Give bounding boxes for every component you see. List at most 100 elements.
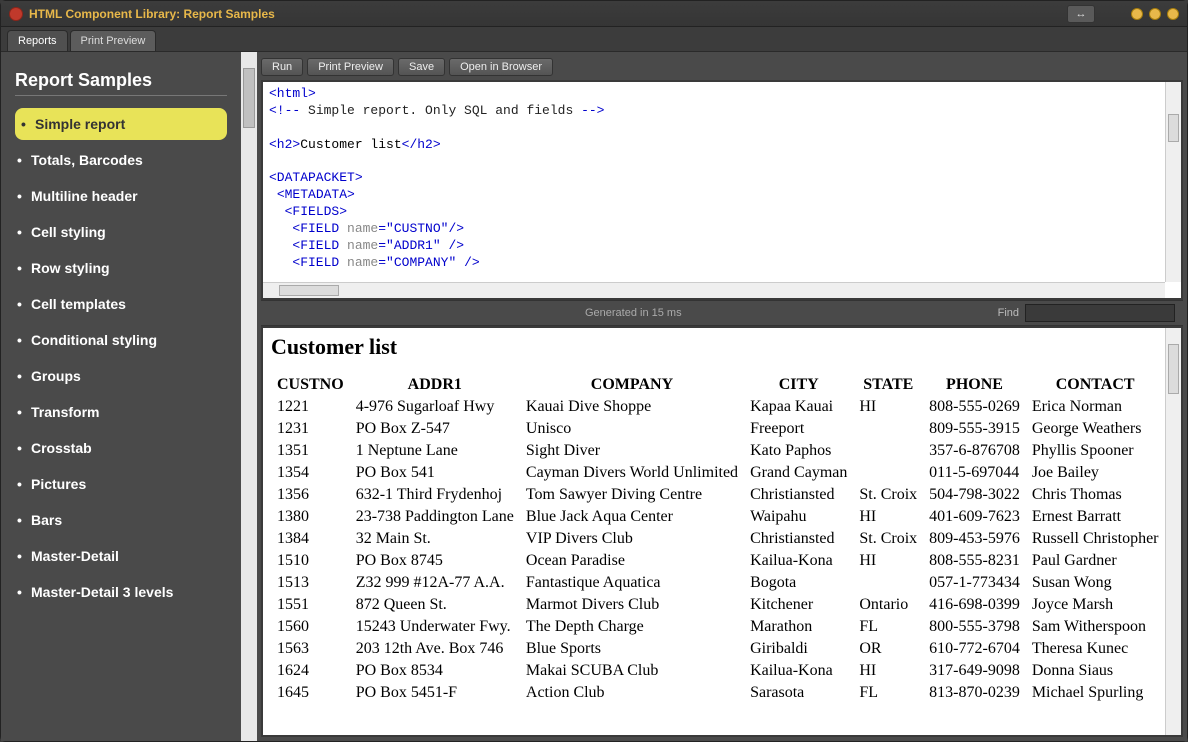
report-vscroll-thumb[interactable]: [1168, 344, 1179, 394]
report-vertical-scrollbar[interactable]: [1165, 328, 1181, 735]
open-in-browser-button[interactable]: Open in Browser: [449, 58, 553, 76]
code-horizontal-scrollbar[interactable]: [263, 282, 1165, 298]
window-buttons: ↔: [1067, 5, 1179, 23]
code-vertical-scrollbar[interactable]: [1165, 82, 1181, 282]
sidebar-item[interactable]: Conditional styling: [15, 324, 227, 356]
table-cell: 610-772-6704: [923, 638, 1026, 660]
sidebar-item[interactable]: Multiline header: [15, 180, 227, 212]
find-input[interactable]: [1025, 304, 1175, 322]
close-button[interactable]: [1167, 8, 1179, 20]
sidebar-scrollbar[interactable]: [241, 52, 257, 741]
table-cell: 357-6-876708: [923, 440, 1026, 462]
sidebar-item[interactable]: Bars: [15, 504, 227, 536]
table-cell: Bogota: [744, 572, 853, 594]
table-cell: 15243 Underwater Fwy.: [350, 616, 520, 638]
table-cell: George Weathers: [1026, 418, 1165, 440]
minimize-button[interactable]: [1131, 8, 1143, 20]
table-cell: Blue Sports: [520, 638, 744, 660]
table-cell: Action Club: [520, 682, 744, 704]
sidebar-item[interactable]: Transform: [15, 396, 227, 428]
table-cell: [853, 440, 923, 462]
table-row: 138023-738 Paddington LaneBlue Jack Aqua…: [271, 506, 1165, 528]
table-cell: Cayman Divers World Unlimited: [520, 462, 744, 484]
table-cell: Marmot Divers Club: [520, 594, 744, 616]
table-row: 1624PO Box 8534Makai SCUBA ClubKailua-Ko…: [271, 660, 1165, 682]
main-tabs: Reports Print Preview: [1, 27, 1187, 51]
table-cell: Ernest Barratt: [1026, 506, 1165, 528]
table-cell: 32 Main St.: [350, 528, 520, 550]
table-cell: 1221: [271, 396, 350, 418]
table-cell: Kailua-Kona: [744, 550, 853, 572]
table-cell: 632-1 Third Frydenhoj: [350, 484, 520, 506]
table-cell: PO Box 5451-F: [350, 682, 520, 704]
code-hscroll-thumb[interactable]: [279, 285, 339, 296]
sidebar-item[interactable]: Cell templates: [15, 288, 227, 320]
sidebar-item[interactable]: Crosstab: [15, 432, 227, 464]
table-row: 1563203 12th Ave. Box 746Blue SportsGiri…: [271, 638, 1165, 660]
table-cell: The Depth Charge: [520, 616, 744, 638]
table-cell: Christiansted: [744, 528, 853, 550]
table-cell: Marathon: [744, 616, 853, 638]
table-cell: OR: [853, 638, 923, 660]
sidebar-item[interactable]: Row styling: [15, 252, 227, 284]
sidebar-item[interactable]: Master-Detail 3 levels: [15, 576, 227, 608]
table-cell: 401-609-7623: [923, 506, 1026, 528]
table-cell: Sarasota: [744, 682, 853, 704]
table-cell: Joyce Marsh: [1026, 594, 1165, 616]
table-cell: PO Box Z-547: [350, 418, 520, 440]
table-cell: 1510: [271, 550, 350, 572]
table-cell: 1 Neptune Lane: [350, 440, 520, 462]
code-vscroll-thumb[interactable]: [1168, 114, 1179, 142]
table-row: 1231PO Box Z-547UniscoFreeport809-555-39…: [271, 418, 1165, 440]
table-cell: PO Box 8745: [350, 550, 520, 572]
main-pane: Run Print Preview Save Open in Browser <…: [257, 52, 1187, 741]
sidebar-item[interactable]: Groups: [15, 360, 227, 392]
table-header-cell: CITY: [744, 374, 853, 396]
table-cell: HI: [853, 506, 923, 528]
table-cell: Kailua-Kona: [744, 660, 853, 682]
toolbar: Run Print Preview Save Open in Browser: [261, 56, 1183, 80]
sidebar-item[interactable]: Totals, Barcodes: [15, 144, 227, 176]
table-cell: Giribaldi: [744, 638, 853, 660]
maximize-button[interactable]: [1149, 8, 1161, 20]
sidebar-item[interactable]: Pictures: [15, 468, 227, 500]
table-cell: Theresa Kunec: [1026, 638, 1165, 660]
table-cell: 4-976 Sugarloaf Hwy: [350, 396, 520, 418]
table-header-cell: CUSTNO: [271, 374, 350, 396]
table-cell: Phyllis Spooner: [1026, 440, 1165, 462]
print-preview-button[interactable]: Print Preview: [307, 58, 394, 76]
save-button[interactable]: Save: [398, 58, 445, 76]
table-cell: 1563: [271, 638, 350, 660]
table-cell: HI: [853, 396, 923, 418]
table-header-cell: PHONE: [923, 374, 1026, 396]
table-cell: Chris Thomas: [1026, 484, 1165, 506]
table-cell: 1645: [271, 682, 350, 704]
table-cell: Christiansted: [744, 484, 853, 506]
table-row: 156015243 Underwater Fwy.The Depth Charg…: [271, 616, 1165, 638]
table-header-cell: STATE: [853, 374, 923, 396]
table-cell: 203 12th Ave. Box 746: [350, 638, 520, 660]
table-cell: Joe Bailey: [1026, 462, 1165, 484]
table-cell: [853, 572, 923, 594]
table-cell: Ontario: [853, 594, 923, 616]
app-icon: [9, 7, 23, 21]
table-cell: 800-555-3798: [923, 616, 1026, 638]
table-cell: 808-555-8231: [923, 550, 1026, 572]
sidebar-item[interactable]: Master-Detail: [15, 540, 227, 572]
table-cell: Waipahu: [744, 506, 853, 528]
table-row: 13511 Neptune LaneSight DiverKato Paphos…: [271, 440, 1165, 462]
tab-reports[interactable]: Reports: [7, 30, 68, 51]
sidebar-scroll-thumb[interactable]: [243, 68, 255, 128]
code-editor[interactable]: <html> <!-- Simple report. Only SQL and …: [261, 80, 1183, 300]
table-cell: 1560: [271, 616, 350, 638]
table-cell: [853, 418, 923, 440]
run-button[interactable]: Run: [261, 58, 303, 76]
table-cell: Makai SCUBA Club: [520, 660, 744, 682]
sidebar-item[interactable]: Cell styling: [15, 216, 227, 248]
fullscreen-arrow-button[interactable]: ↔: [1067, 5, 1095, 23]
sidebar-item[interactable]: Simple report: [15, 108, 227, 140]
table-cell: Donna Siaus: [1026, 660, 1165, 682]
tab-print-preview[interactable]: Print Preview: [70, 30, 157, 51]
sidebar-heading: Report Samples: [15, 70, 227, 96]
table-cell: Russell Christopher: [1026, 528, 1165, 550]
